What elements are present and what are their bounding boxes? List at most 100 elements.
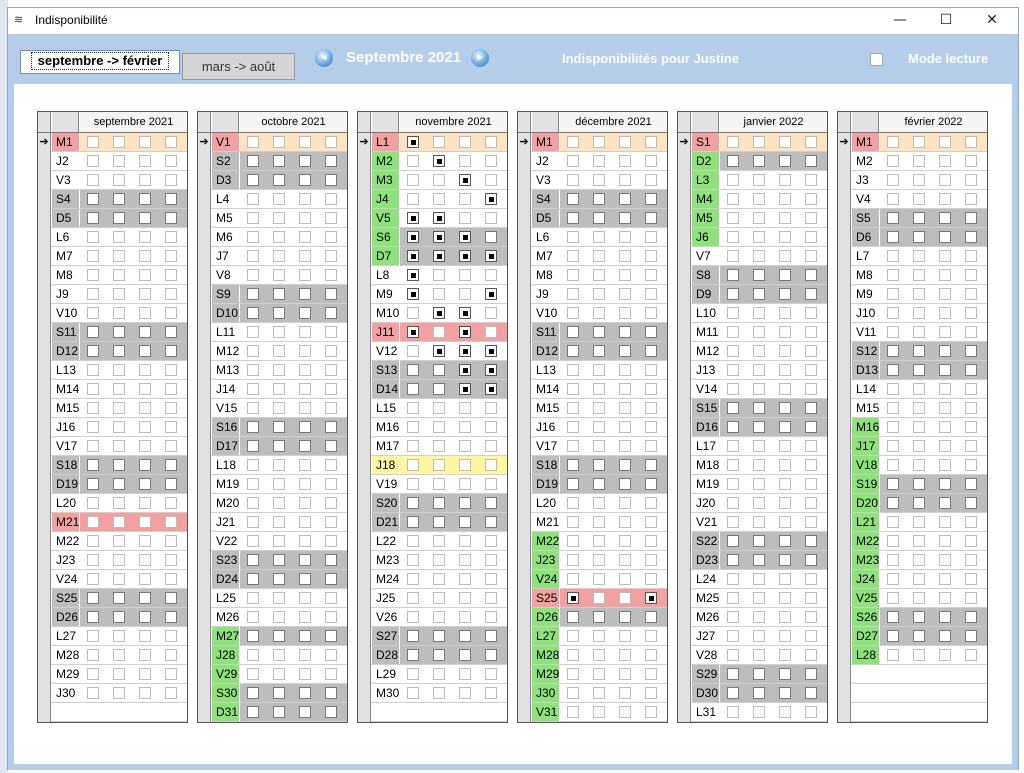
row-selector[interactable] (198, 475, 211, 494)
slot-checkbox[interactable] (727, 421, 739, 433)
slot-checkbox[interactable] (939, 288, 951, 300)
slot-checkbox[interactable] (887, 212, 899, 224)
row-selector[interactable] (198, 247, 211, 266)
slot-checkbox[interactable] (273, 193, 285, 205)
row-selector[interactable] (678, 475, 691, 494)
day-row[interactable]: S19 (838, 475, 987, 494)
day-row[interactable]: V7 (678, 247, 827, 266)
day-row[interactable]: V31 (518, 703, 667, 722)
day-row[interactable]: M8 (518, 266, 667, 285)
day-row[interactable]: M29 (518, 665, 667, 684)
slot-checkbox[interactable] (727, 687, 739, 699)
slot-checkbox[interactable] (753, 326, 765, 338)
row-selector[interactable] (198, 342, 211, 361)
day-row[interactable]: J2 (38, 152, 187, 171)
day-row[interactable]: D10 (198, 304, 347, 323)
slot-checkbox[interactable] (165, 649, 177, 661)
slot-checkbox[interactable] (299, 478, 311, 490)
day-row[interactable]: J14 (198, 380, 347, 399)
row-selector[interactable] (678, 551, 691, 570)
day-row[interactable]: J10 (838, 304, 987, 323)
slot-checkbox[interactable] (645, 478, 657, 490)
row-selector[interactable] (198, 456, 211, 475)
slot-checkbox[interactable] (139, 250, 151, 262)
row-selector[interactable] (678, 304, 691, 323)
slot-checkbox[interactable] (139, 440, 151, 452)
day-row[interactable]: M30 (358, 684, 507, 703)
slot-checkbox[interactable] (165, 630, 177, 642)
slot-checkbox[interactable] (139, 497, 151, 509)
slot-checkbox[interactable] (459, 478, 471, 490)
slot-checkbox[interactable] (407, 611, 419, 623)
slot-checkbox[interactable] (433, 611, 445, 623)
row-selector[interactable] (838, 342, 851, 361)
slot-checkbox[interactable] (593, 269, 605, 281)
day-row[interactable]: J20 (678, 494, 827, 513)
slot-checkbox[interactable] (887, 364, 899, 376)
slot-checkbox[interactable] (619, 383, 631, 395)
slot-checkbox[interactable] (887, 383, 899, 395)
row-selector[interactable] (358, 323, 371, 342)
day-row[interactable]: M19 (198, 475, 347, 494)
slot-checkbox[interactable] (299, 212, 311, 224)
day-row[interactable]: S5 (838, 209, 987, 228)
slot-checkbox[interactable] (139, 345, 151, 357)
slot-checkbox[interactable] (165, 497, 177, 509)
day-row[interactable]: V12 (358, 342, 507, 361)
row-selector[interactable] (518, 475, 531, 494)
slot-checkbox[interactable] (299, 668, 311, 680)
slot-checkbox[interactable] (247, 193, 259, 205)
slot-checkbox[interactable] (887, 269, 899, 281)
day-row[interactable]: V4 (838, 190, 987, 209)
row-selector[interactable] (358, 418, 371, 437)
day-row[interactable]: ➔ V1 (198, 133, 347, 152)
slot-checkbox[interactable] (887, 421, 899, 433)
slot-checkbox[interactable] (593, 516, 605, 528)
day-row[interactable]: D27 (838, 627, 987, 646)
slot-checkbox[interactable] (913, 231, 925, 243)
day-row[interactable]: J7 (198, 247, 347, 266)
slot-checkbox[interactable] (567, 649, 579, 661)
slot-checkbox[interactable] (87, 516, 99, 528)
slot-checkbox[interactable] (727, 459, 739, 471)
row-selector[interactable] (838, 380, 851, 399)
close-button[interactable]: ✕ (969, 8, 1015, 34)
slot-checkbox[interactable] (727, 516, 739, 528)
slot-checkbox[interactable] (273, 554, 285, 566)
day-row[interactable]: D12 (518, 342, 667, 361)
slot-checkbox[interactable] (727, 155, 739, 167)
day-row[interactable]: L13 (518, 361, 667, 380)
row-selector[interactable] (838, 266, 851, 285)
slot-checkbox[interactable] (433, 440, 445, 452)
slot-checkbox[interactable] (645, 212, 657, 224)
slot-checkbox[interactable] (407, 497, 419, 509)
day-row[interactable]: J16 (38, 418, 187, 437)
day-row[interactable]: D26 (38, 608, 187, 627)
slot-checkbox[interactable] (433, 383, 445, 395)
slot-checkbox[interactable] (247, 668, 259, 680)
slot-checkbox[interactable] (273, 155, 285, 167)
slot-checkbox[interactable] (753, 288, 765, 300)
row-selector[interactable] (38, 475, 51, 494)
day-row[interactable]: M15 (518, 399, 667, 418)
day-row[interactable]: S18 (38, 456, 187, 475)
row-selector[interactable] (518, 570, 531, 589)
slot-checkbox[interactable] (965, 383, 977, 395)
day-row[interactable]: S30 (198, 684, 347, 703)
slot-checkbox[interactable] (113, 345, 125, 357)
slot-checkbox[interactable] (727, 592, 739, 604)
day-row[interactable]: D14 (358, 380, 507, 399)
slot-checkbox[interactable] (887, 592, 899, 604)
slot-checkbox[interactable] (779, 155, 791, 167)
slot-checkbox[interactable] (325, 193, 337, 205)
slot-checkbox[interactable] (139, 687, 151, 699)
slot-checkbox[interactable] (273, 516, 285, 528)
day-row[interactable]: ➔ M1 (38, 133, 187, 152)
day-row[interactable]: L8 (358, 266, 507, 285)
slot-checkbox[interactable] (913, 402, 925, 414)
slot-checkbox[interactable] (87, 136, 99, 148)
slot-checkbox[interactable] (779, 649, 791, 661)
day-row[interactable]: M4 (678, 190, 827, 209)
slot-checkbox[interactable] (567, 288, 579, 300)
slot-checkbox[interactable] (273, 174, 285, 186)
